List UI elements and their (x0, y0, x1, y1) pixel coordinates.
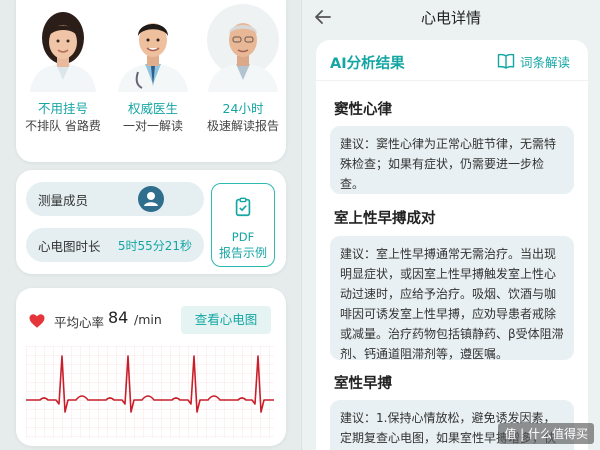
dictionary-button[interactable]: 词条解读 (496, 50, 586, 72)
ecg-waveform (26, 346, 274, 438)
heart-rate-value: 84 (108, 308, 129, 327)
feature-subtitle: 一对一解读 (122, 119, 183, 133)
divider (316, 80, 588, 81)
watermark: 值 | 什么值得买 (498, 423, 594, 444)
duration-value: 5时55分21秒 (117, 238, 192, 253)
ai-result-title: AI分析结果 (330, 56, 405, 72)
male-doctor-portrait (118, 23, 188, 92)
pdf-report-sample-button[interactable]: PDF 报告示例 (211, 183, 275, 267)
advice-text: 建议：窦性心律为正常心脏节律，无需特殊检查；如果有症状，仍需要进一步检查。 (340, 137, 557, 191)
section-title: 室性早搏 (334, 376, 392, 392)
user-avatar-icon[interactable] (138, 186, 164, 212)
female-doctor-portrait (30, 12, 96, 92)
heart-rate-card: 平均心率 84 /min 查看心电图 (16, 288, 286, 446)
left-panel: 不用挂号 不排队 省路费 权威医生 一对一解读 24小时 极速解读报告 测量成员… (0, 0, 300, 450)
heart-icon (29, 314, 45, 328)
feature-no-registration: 不用挂号 不排队 省路费 (18, 0, 108, 150)
feature-title: 权威医生 (127, 101, 178, 116)
section-title: 窦性心律 (334, 102, 392, 118)
heart-rate-unit: /min (134, 312, 162, 327)
doctor-features-card: 不用挂号 不排队 省路费 权威医生 一对一解读 24小时 极速解读报告 (16, 0, 286, 162)
member-label: 测量成员 (38, 192, 89, 208)
report-sample-label: 报告示例 (218, 246, 267, 260)
feature-subtitle: 不排队 省路费 (25, 119, 101, 133)
open-book-icon (497, 53, 515, 69)
heart-rate-label: 平均心率 (54, 315, 105, 330)
feature-24h-report: 24小时 极速解读报告 (198, 0, 288, 150)
pdf-label: PDF (231, 230, 255, 244)
duration-label: 心电图时长 (38, 238, 101, 254)
section-title: 室上性早搏成对 (334, 211, 436, 227)
top-navigation-bar: 心电详情 (302, 0, 600, 36)
feature-authority-doctor: 权威医生 一对一解读 (108, 0, 198, 150)
ecg-duration-row: 心电图时长 5时55分21秒 (26, 228, 204, 262)
clipboard-check-icon (235, 197, 251, 217)
advice-box: 建议：窦性心律为正常心脏节律，无需特殊检查；如果有症状，仍需要进一步检查。 (330, 126, 574, 194)
advice-box: 建议：室上性早搏通常无需治疗。当出现明显症状，或因室上性早搏触发室上性心动过速时… (330, 236, 574, 361)
dictionary-label: 词条解读 (520, 55, 571, 70)
page-title: 心电详情 (420, 9, 481, 27)
senior-doctor-portrait (207, 4, 279, 92)
advice-text: 建议：室上性早搏通常无需治疗。当出现明显症状，或因室上性早搏触发室上性心动过速时… (340, 247, 564, 361)
feature-subtitle: 极速解读报告 (206, 119, 279, 133)
feature-title: 不用挂号 (37, 101, 88, 116)
view-ecg-button[interactable]: 查看心电图 (181, 306, 271, 334)
record-info-card: 测量成员 心电图时长 5时55分21秒 PDF 报告示例 (16, 170, 286, 274)
right-panel: 心电详情 AI分析结果 词条解读 窦性心律 建议：窦性心律为正常心脏节律，无需特… (301, 0, 600, 450)
member-selector[interactable]: 测量成员 (26, 182, 204, 216)
feature-title: 24小时 (222, 101, 264, 116)
